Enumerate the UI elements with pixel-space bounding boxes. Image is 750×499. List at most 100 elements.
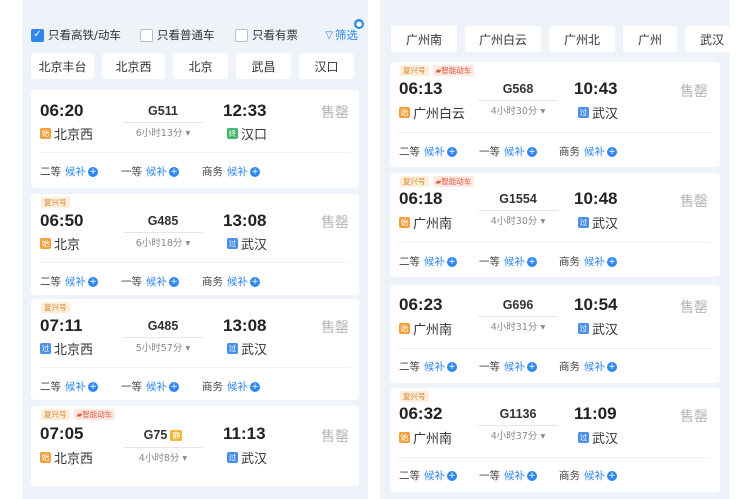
train-card[interactable]: 06:20 G511 6小时13分 ▾ 12:33 售罄 始北京西 终汉口 二等… [31, 90, 359, 188]
plus-circle-icon[interactable]: + [607, 256, 617, 267]
station-name: 武汉 [241, 452, 268, 467]
caret-down-icon: ▾ [540, 106, 546, 117]
plus-circle-icon[interactable]: + [169, 381, 179, 392]
filter-normal-train-only[interactable]: 只看普通车 [140, 27, 215, 43]
station-chip[interactable]: 广州北 [549, 26, 615, 52]
seat-first-class[interactable]: 一等 候补 + [479, 254, 559, 269]
pass-station-icon: 过 [578, 432, 589, 443]
plus-circle-icon[interactable]: + [527, 361, 537, 372]
seat-business-class[interactable]: 商务 候补 + [559, 468, 617, 483]
filter-available-only[interactable]: 只看有票 [235, 27, 298, 43]
seat-second-class[interactable]: 二等 候补 + [399, 254, 479, 269]
train-card[interactable]: 06:23 G696 4小时31分 ▾ 10:54 售罄 始广州南 过武汉 二等… [390, 285, 720, 383]
station-chip[interactable]: 广州南 [391, 26, 457, 52]
station-chip[interactable]: 广州 [623, 26, 677, 52]
train-card[interactable]: 复兴号 07:11 G485 5小时57分 ▾ 13:08 售罄 过北京西 过武… [31, 299, 359, 400]
plus-circle-icon[interactable]: + [88, 381, 98, 392]
train-number: G696 [502, 298, 534, 312]
seat-business-class[interactable]: 商务 候补 + [559, 144, 617, 159]
checkbox-icon[interactable] [140, 28, 153, 42]
plus-circle-icon[interactable]: + [607, 361, 617, 372]
filter-button[interactable]: ▽ 筛选 ● [325, 19, 364, 43]
seat-second-class[interactable]: 二等 候补 + [399, 468, 479, 483]
filter-bar: ✓ 只看高铁/动车 只看普通车 只看有票 ▽ 筛选 ● [22, 19, 368, 44]
seat-business-class[interactable]: 商务 候补 + [202, 379, 260, 394]
duration-dropdown[interactable]: 4小时8分 ▾ [123, 447, 203, 464]
waitlist-label: 候补 [424, 146, 445, 158]
duration-dropdown[interactable]: 4小时30分 ▾ [478, 210, 558, 227]
tag-text: 智能动车 [82, 410, 113, 419]
plus-circle-icon[interactable]: + [447, 470, 457, 481]
checkbox-icon[interactable] [235, 28, 248, 42]
pass-station-icon: 过 [578, 107, 589, 118]
station-chip[interactable]: 北京丰台 [31, 53, 94, 79]
status-label: 售罄 [321, 429, 349, 445]
train-card[interactable]: 复兴号 06:32 G1136 4小时37分 ▾ 11:09 售罄 始广州南 过… [390, 388, 720, 492]
train-tags: 复兴号 ▰智能动车 [400, 65, 475, 76]
seat-name: 二等 [399, 256, 420, 268]
station-chip[interactable]: 武昌 [236, 53, 291, 79]
seat-first-class[interactable]: 一等 候补 + [479, 144, 559, 159]
duration-dropdown[interactable]: 5小时57分 ▾ [123, 337, 203, 354]
seat-second-class[interactable]: 二等 候补 + [40, 274, 121, 289]
seat-business-class[interactable]: 商务 候补 + [559, 359, 617, 374]
plus-circle-icon[interactable]: + [447, 146, 457, 157]
plus-circle-icon[interactable]: + [169, 276, 179, 287]
train-card[interactable]: 复兴号 06:50 G485 6小时18分 ▾ 13:08 售罄 始北京 过武汉… [31, 194, 359, 295]
plus-circle-icon[interactable]: + [447, 361, 457, 372]
duration-dropdown[interactable]: 6小时18分 ▾ [123, 232, 203, 249]
seat-second-class[interactable]: 二等 候补 + [40, 164, 121, 179]
filter-count-badge: ● [354, 19, 364, 29]
train-card[interactable]: 复兴号 ▰智能动车 06:13 G568 4小时30分 ▾ 10:43 售罄 始… [390, 62, 720, 167]
plus-circle-icon[interactable]: + [527, 256, 537, 267]
seat-name: 商务 [559, 146, 580, 158]
duration-text: 4小时8分 [138, 453, 180, 464]
seat-first-class[interactable]: 一等 候补 + [479, 468, 559, 483]
divider [399, 242, 711, 243]
station-chip[interactable]: 汉口 [299, 53, 354, 79]
seat-name: 一等 [479, 361, 500, 373]
plus-circle-icon[interactable]: + [169, 166, 179, 177]
plus-circle-icon[interactable]: + [250, 166, 260, 177]
plus-circle-icon[interactable]: + [88, 166, 98, 177]
duration-dropdown[interactable]: 4小时31分 ▾ [478, 316, 558, 333]
station-chip[interactable]: 广州白云 [465, 26, 541, 52]
plus-circle-icon[interactable]: + [607, 470, 617, 481]
station-chip[interactable]: 北京 [173, 53, 228, 79]
seat-business-class[interactable]: 商务 候补 + [202, 274, 260, 289]
seat-second-class[interactable]: 二等 候补 + [40, 379, 121, 394]
plus-circle-icon[interactable]: + [88, 276, 98, 287]
seat-first-class[interactable]: 一等 候补 + [479, 359, 559, 374]
station-chip[interactable]: 武汉 [685, 26, 730, 52]
train-card[interactable]: 复兴号 ▰智能动车 06:18 G1554 4小时30分 ▾ 10:48 售罄 … [390, 173, 720, 277]
plus-circle-icon[interactable]: + [527, 146, 537, 157]
seat-first-class[interactable]: 一等 候补 + [121, 274, 202, 289]
duration-dropdown[interactable]: 4小时37分 ▾ [478, 425, 558, 442]
seat-second-class[interactable]: 二等 候补 + [399, 144, 479, 159]
seat-business-class[interactable]: 商务 候补 + [559, 254, 617, 269]
plus-circle-icon[interactable]: + [250, 276, 260, 287]
train-number-text: G75 [143, 428, 168, 442]
arrival-time: 13:08 [223, 211, 267, 230]
arrival-station: 过武汉 [227, 234, 267, 253]
status-label: 售罄 [680, 84, 708, 100]
checkbox-checked-icon[interactable]: ✓ [31, 28, 44, 42]
duration-dropdown[interactable]: 4小时30分 ▾ [478, 100, 558, 117]
tag-smart-emu: ▰智能动车 [432, 65, 475, 76]
duration-dropdown[interactable]: 6小时13分 ▾ [123, 122, 203, 139]
plus-circle-icon[interactable]: + [250, 381, 260, 392]
station-chip[interactable]: 北京西 [102, 53, 165, 79]
filter-high-speed-only[interactable]: ✓ 只看高铁/动车 [31, 27, 121, 43]
plus-circle-icon[interactable]: + [447, 256, 457, 267]
train-card[interactable]: 复兴号 ▰智能动车 07:05 G75 静 4小时8分 ▾ 11:13 售罄 始北… [31, 406, 359, 486]
divider [399, 132, 711, 133]
plus-circle-icon[interactable]: + [607, 146, 617, 157]
seat-first-class[interactable]: 一等 候补 + [121, 379, 202, 394]
seat-business-class[interactable]: 商务 候补 + [202, 164, 260, 179]
seat-first-class[interactable]: 一等 候补 + [121, 164, 202, 179]
duration-text: 4小时30分 [490, 106, 538, 117]
plus-circle-icon[interactable]: + [527, 470, 537, 481]
seat-name: 商务 [202, 276, 223, 288]
caret-down-icon: ▾ [182, 453, 188, 464]
seat-second-class[interactable]: 二等 候补 + [399, 359, 479, 374]
